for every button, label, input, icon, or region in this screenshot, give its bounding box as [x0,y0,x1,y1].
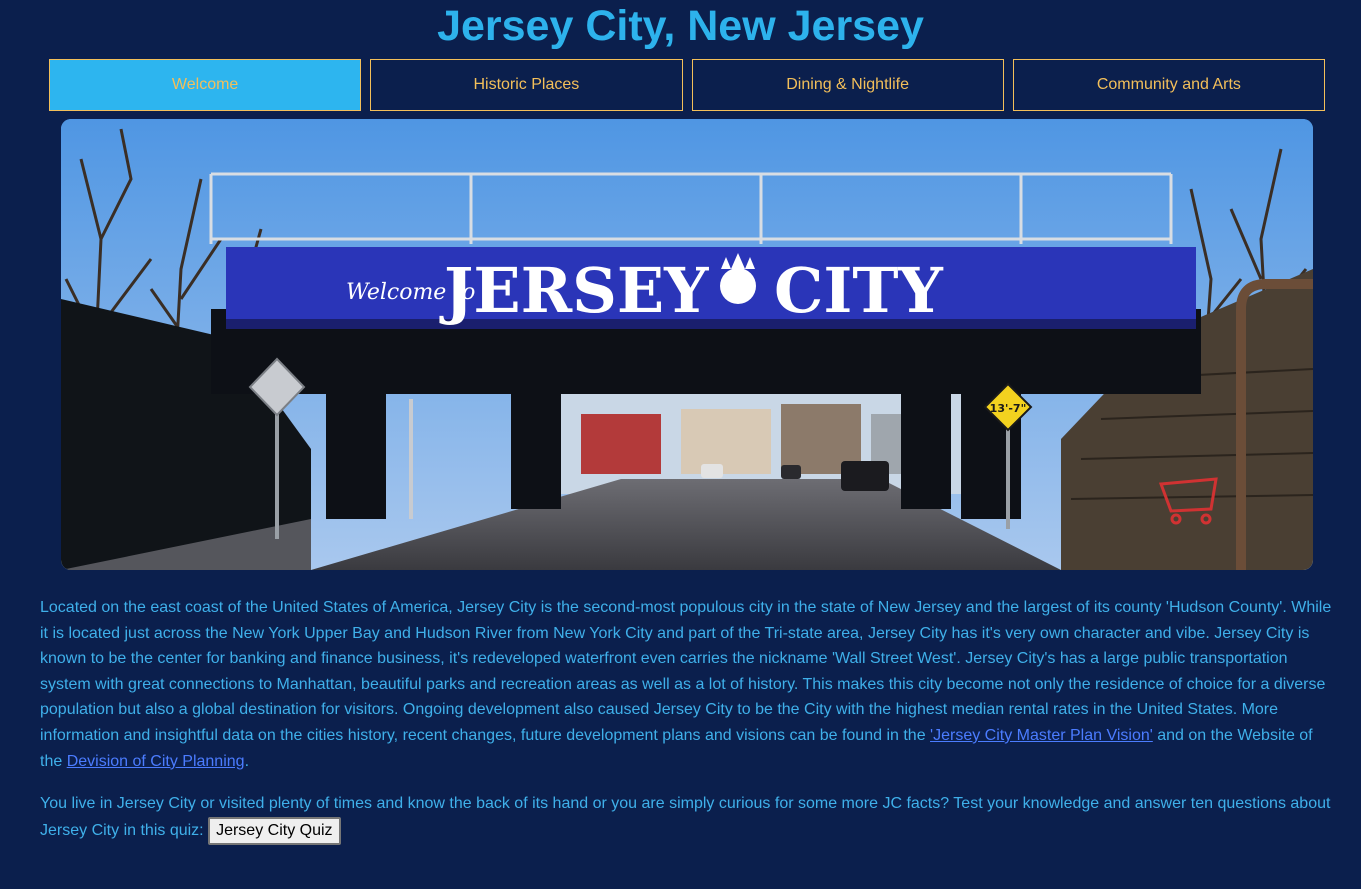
page-title: Jersey City, New Jersey [437,2,924,50]
tab-welcome[interactable]: Welcome [49,59,362,111]
intro-text-end: . [244,752,250,770]
hero-image: Welcome to JERSEY CITY 13'-7" [61,119,1313,570]
hero-bridge-illustration: Welcome to JERSEY CITY 13'-7" [61,119,1313,570]
car [701,464,723,478]
statue-of-liberty-icon [720,253,756,304]
tab-dining-nightlife[interactable]: Dining & Nightlife [691,59,1004,111]
intro-paragraph: Located on the east coast of the United … [40,595,1335,774]
clearance-sign-text: 13'-7" [990,402,1027,415]
intro-text: Located on the east coast of the United … [40,599,1332,744]
sign-jersey-text: JERSEY [439,254,709,327]
car [781,465,801,479]
main-content: Located on the east coast of the United … [40,595,1335,845]
master-plan-link[interactable]: 'Jersey City Master Plan Vision' [930,727,1153,744]
city-planning-link[interactable]: Devision of City Planning [67,753,245,770]
sign-city-text: CITY [774,254,943,327]
tab-community-arts[interactable]: Community and Arts [1012,59,1325,111]
quiz-paragraph: You live in Jersey City or visited plent… [40,791,1335,845]
main-nav: Welcome Historic Places Dining & Nightli… [49,59,1325,111]
car [841,461,889,491]
quiz-button[interactable]: Jersey City Quiz [208,816,341,845]
tab-historic-places[interactable]: Historic Places [370,59,683,111]
